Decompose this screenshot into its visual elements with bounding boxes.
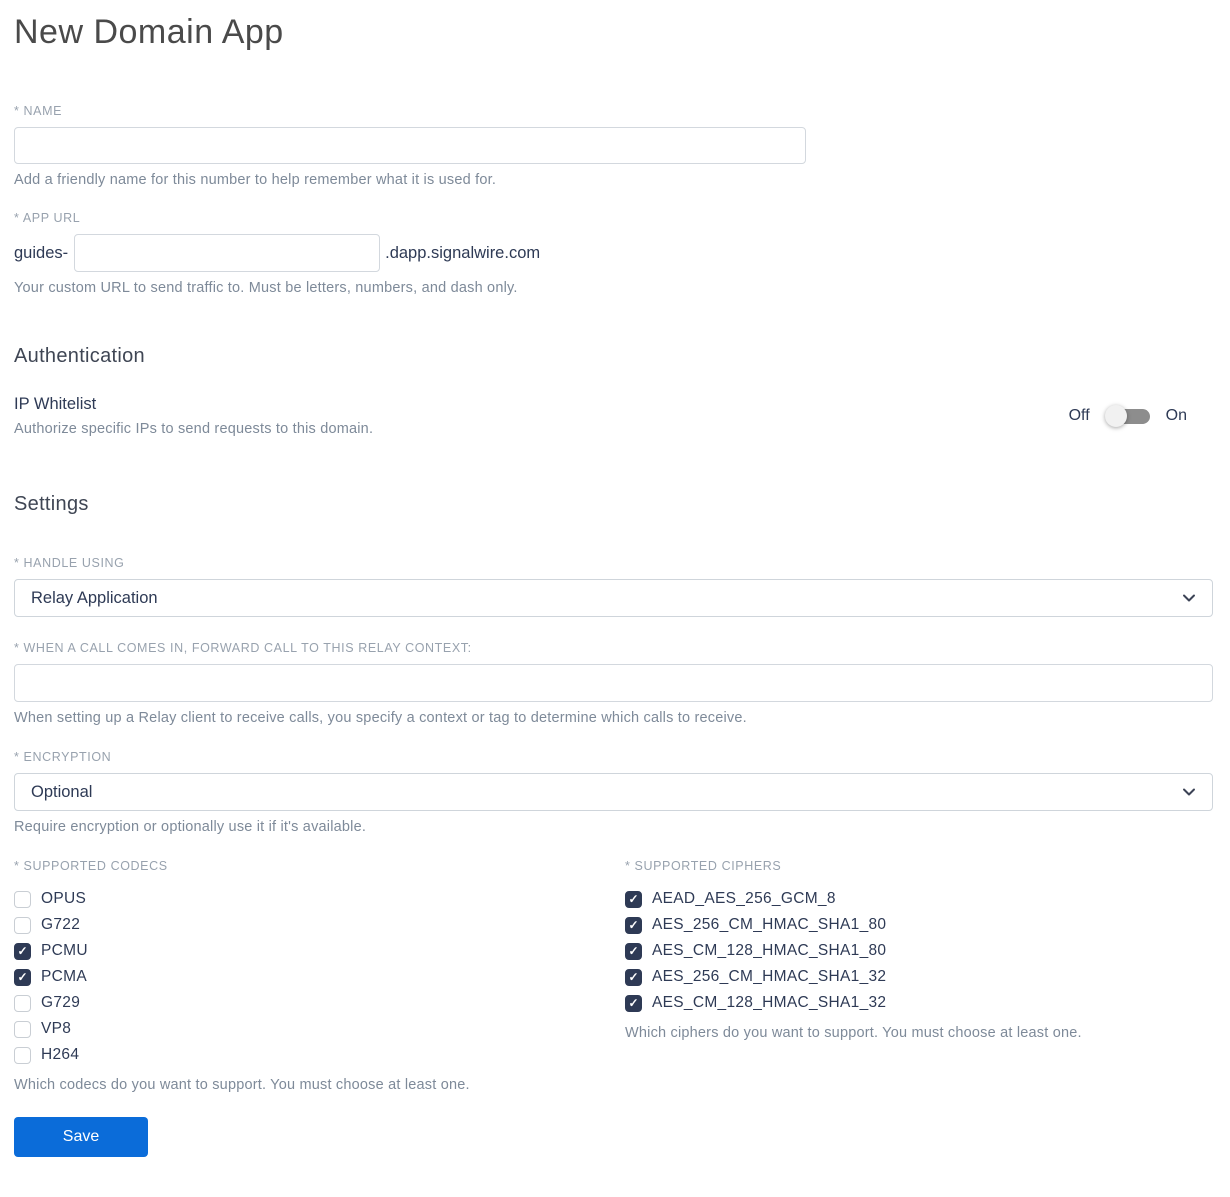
encryption-select[interactable]: Optional <box>14 773 1213 812</box>
check-icon: ✓ <box>628 996 639 1011</box>
chevron-down-icon <box>1182 785 1196 799</box>
codec-checkbox[interactable]: ✓ <box>14 968 31 986</box>
app-url-prefix: guides- <box>14 243 69 262</box>
app-url-group: * APP URL guides- .dapp.signalwire.com Y… <box>14 211 1213 296</box>
cipher-checkbox[interactable]: ✓ <box>625 890 642 908</box>
codec-checkbox-label: G722 <box>41 916 81 934</box>
cipher-checkbox-label: AES_256_CM_HMAC_SHA1_80 <box>652 916 887 934</box>
codec-checkbox-row[interactable]: ✓ PCMA <box>14 964 625 990</box>
handle-using-group: * HANDLE USING Relay Application <box>14 556 1213 618</box>
encryption-label: * ENCRYPTION <box>14 750 112 765</box>
codec-checkbox[interactable]: ✓ <box>14 1046 31 1064</box>
name-label: * NAME <box>14 104 63 119</box>
relay-context-group: * WHEN A CALL COMES IN, FORWARD CALL TO … <box>14 641 1213 726</box>
codec-checkbox-row[interactable]: ✓ VP8 <box>14 1016 625 1042</box>
check-icon: ✓ <box>628 892 639 907</box>
codec-checkbox[interactable]: ✓ <box>14 890 31 908</box>
ip-whitelist-label: IP Whitelist <box>14 395 97 414</box>
codecs-ciphers-columns: * SUPPORTED CODECS ✓ OPUS ✓ G722 ✓ <box>14 859 1213 1093</box>
supported-ciphers-label: * SUPPORTED CIPHERS <box>625 859 782 874</box>
codec-checkbox-label: H264 <box>41 1046 80 1064</box>
save-button[interactable]: Save <box>14 1117 148 1158</box>
check-icon: ✓ <box>628 918 639 933</box>
settings-heading: Settings <box>14 493 89 516</box>
relay-context-input[interactable] <box>14 664 1213 703</box>
codec-checkbox-label: G729 <box>41 994 81 1012</box>
codec-checkbox-row[interactable]: ✓ G722 <box>14 912 625 938</box>
app-url-label: * APP URL <box>14 211 81 226</box>
new-domain-app-page: New Domain App * NAME Add a friendly nam… <box>0 0 1230 1197</box>
codec-checkbox[interactable]: ✓ <box>14 994 31 1012</box>
cipher-checkbox-label: AES_256_CM_HMAC_SHA1_32 <box>652 968 887 986</box>
check-icon: ✓ <box>628 970 639 985</box>
codec-checkbox[interactable]: ✓ <box>14 1020 31 1038</box>
handle-using-select[interactable]: Relay Application <box>14 579 1213 618</box>
ip-whitelist-text-block: IP Whitelist Authorize specific IPs to s… <box>14 395 373 437</box>
relay-context-help-text: When setting up a Relay client to receiv… <box>14 710 747 727</box>
name-field-group: * NAME Add a friendly name for this numb… <box>14 104 1213 188</box>
ciphers-checkbox-list: ✓ AEAD_AES_256_GCM_8 ✓ AES_256_CM_HMAC_S… <box>625 886 1213 1016</box>
cipher-checkbox-row[interactable]: ✓ AES_CM_128_HMAC_SHA1_80 <box>625 938 1213 964</box>
cipher-checkbox[interactable]: ✓ <box>625 968 642 986</box>
cipher-checkbox-row[interactable]: ✓ AES_256_CM_HMAC_SHA1_80 <box>625 912 1213 938</box>
supported-ciphers-column: * SUPPORTED CIPHERS ✓ AEAD_AES_256_GCM_8… <box>625 859 1213 1093</box>
codec-checkbox-row[interactable]: ✓ G729 <box>14 990 625 1016</box>
ip-whitelist-toggle[interactable] <box>1104 404 1151 428</box>
codec-checkbox-label: PCMA <box>41 968 87 986</box>
app-url-suffix: .dapp.signalwire.com <box>385 243 541 262</box>
page-title: New Domain App <box>14 13 284 51</box>
codec-checkbox-label: VP8 <box>41 1020 72 1038</box>
name-input[interactable] <box>14 127 806 165</box>
cipher-checkbox-row[interactable]: ✓ AEAD_AES_256_GCM_8 <box>625 886 1213 912</box>
toggle-on-label: On <box>1165 407 1187 425</box>
relay-context-label: * WHEN A CALL COMES IN, FORWARD CALL TO … <box>14 641 472 656</box>
app-url-row: guides- .dapp.signalwire.com <box>14 234 1213 273</box>
check-icon: ✓ <box>17 970 28 985</box>
ip-whitelist-row: IP Whitelist Authorize specific IPs to s… <box>14 395 1213 437</box>
cipher-checkbox[interactable]: ✓ <box>625 994 642 1012</box>
codec-checkbox-row[interactable]: ✓ OPUS <box>14 886 625 912</box>
handle-using-label: * HANDLE USING <box>14 556 125 571</box>
ip-whitelist-help-text: Authorize specific IPs to send requests … <box>14 421 374 438</box>
cipher-checkbox[interactable]: ✓ <box>625 916 642 934</box>
codec-checkbox-label: PCMU <box>41 942 88 960</box>
codecs-help-text: Which codecs do you want to support. You… <box>14 1077 470 1094</box>
encryption-help-text: Require encryption or optionally use it … <box>14 819 367 836</box>
codec-checkbox-row[interactable]: ✓ PCMU <box>14 938 625 964</box>
codec-checkbox[interactable]: ✓ <box>14 916 31 934</box>
cipher-checkbox-row[interactable]: ✓ AES_256_CM_HMAC_SHA1_32 <box>625 964 1213 990</box>
ciphers-help-text: Which ciphers do you want to support. Yo… <box>625 1025 1082 1042</box>
codecs-checkbox-list: ✓ OPUS ✓ G722 ✓ PCMU ✓ <box>14 886 625 1068</box>
cipher-checkbox[interactable]: ✓ <box>625 942 642 960</box>
codec-checkbox-row[interactable]: ✓ H264 <box>14 1042 625 1068</box>
supported-codecs-label: * SUPPORTED CODECS <box>14 859 168 874</box>
supported-codecs-column: * SUPPORTED CODECS ✓ OPUS ✓ G722 ✓ <box>14 859 625 1093</box>
name-help-text: Add a friendly name for this number to h… <box>14 172 497 189</box>
encryption-selected-value: Optional <box>31 782 93 801</box>
encryption-group: * ENCRYPTION Optional Require encryption… <box>14 750 1213 835</box>
ip-whitelist-toggle-group: Off On <box>1069 404 1213 428</box>
cipher-checkbox-label: AEAD_AES_256_GCM_8 <box>652 890 836 908</box>
authentication-heading: Authentication <box>14 345 145 368</box>
cipher-checkbox-label: AES_CM_128_HMAC_SHA1_32 <box>652 994 887 1012</box>
toggle-knob-icon <box>1104 405 1127 428</box>
chevron-down-icon <box>1182 591 1196 605</box>
toggle-off-label: Off <box>1068 407 1090 425</box>
check-icon: ✓ <box>17 944 28 959</box>
handle-using-selected-value: Relay Application <box>31 588 158 607</box>
codec-checkbox[interactable]: ✓ <box>14 942 31 960</box>
cipher-checkbox-row[interactable]: ✓ AES_CM_128_HMAC_SHA1_32 <box>625 990 1213 1016</box>
codec-checkbox-label: OPUS <box>41 890 87 908</box>
check-icon: ✓ <box>628 944 639 959</box>
app-url-help-text: Your custom URL to send traffic to. Must… <box>14 280 518 297</box>
app-url-input[interactable] <box>74 234 381 273</box>
cipher-checkbox-label: AES_CM_128_HMAC_SHA1_80 <box>652 942 887 960</box>
